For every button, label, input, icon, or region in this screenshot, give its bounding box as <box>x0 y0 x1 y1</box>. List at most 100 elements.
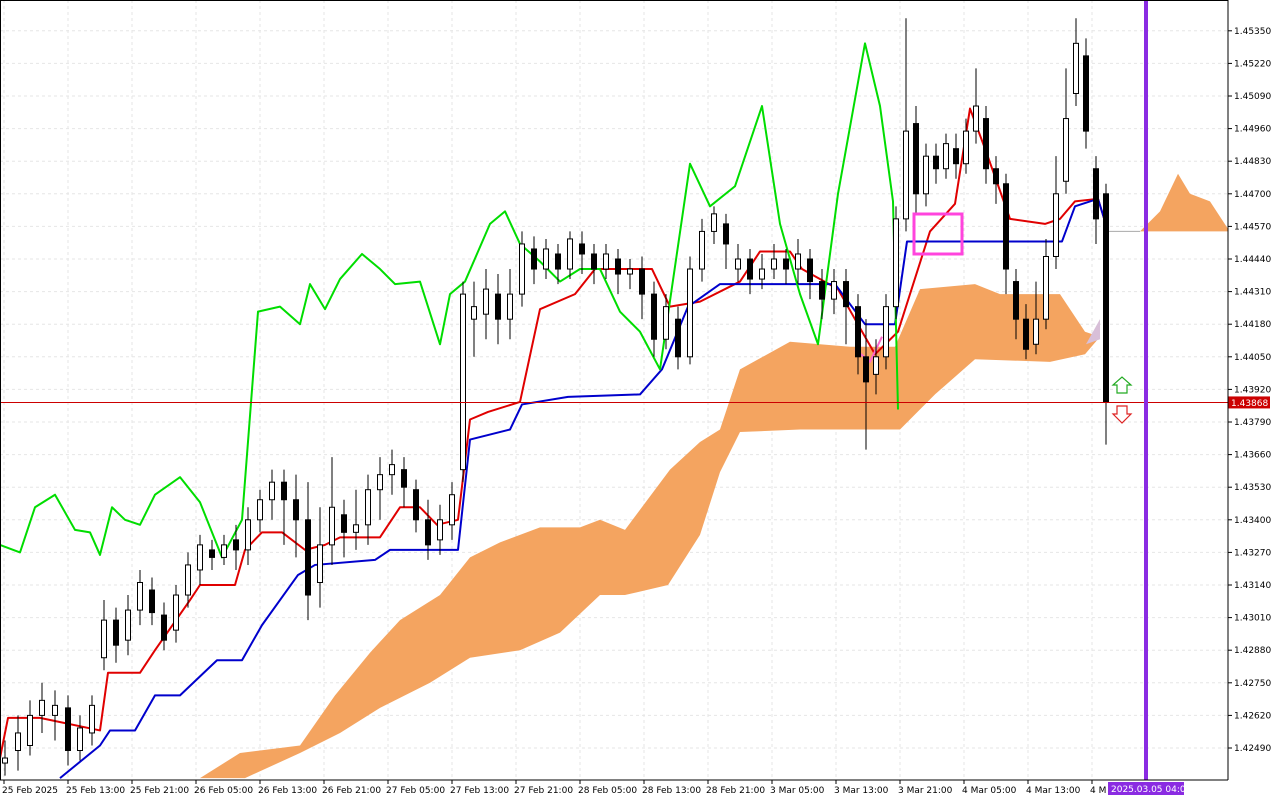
candle-bull <box>365 489 371 526</box>
candle-bear <box>233 539 239 551</box>
candle-bear <box>723 223 729 245</box>
candle-bull <box>1073 42 1079 94</box>
candle-bull <box>125 609 131 641</box>
candle-bull <box>483 288 489 315</box>
candle-bull <box>471 306 477 320</box>
y-tick-label: 1.42750 <box>1234 679 1271 689</box>
candle-bull <box>1033 318 1039 345</box>
candle-bull <box>437 519 443 541</box>
candle-bull <box>1063 118 1069 182</box>
candle-bull <box>795 253 801 270</box>
candle-bull <box>317 544 323 583</box>
candle-bear <box>651 293 657 340</box>
candle-bear <box>161 614 167 641</box>
candle-bear <box>747 258 753 280</box>
candle-bull <box>771 258 777 270</box>
candle-bear <box>1003 183 1009 270</box>
candle-bear <box>843 281 849 308</box>
candle-bear <box>341 514 347 533</box>
x-tick-label: 26 Feb 05:00 <box>194 786 253 796</box>
candle-bull <box>507 293 513 320</box>
y-tick-label: 1.44310 <box>1234 288 1271 298</box>
candle-bear <box>555 253 561 270</box>
y-tick-label: 1.44050 <box>1234 353 1271 363</box>
y-tick-label: 1.44570 <box>1234 222 1271 232</box>
candle-bull <box>923 155 929 195</box>
candle-bear <box>807 258 813 283</box>
y-tick-label: 1.43140 <box>1234 581 1271 591</box>
candle-bear <box>855 306 861 358</box>
candle-bear <box>953 148 959 165</box>
candle-bull <box>903 130 909 220</box>
candle-bull <box>39 699 45 716</box>
candle-bull <box>943 143 949 170</box>
candle-bull <box>519 243 525 295</box>
candle-bull <box>883 306 889 358</box>
price-badge-label: 1.43868 <box>1231 399 1268 409</box>
candle-bull <box>389 464 395 476</box>
x-tick-label: 27 Feb 13:00 <box>450 786 509 796</box>
y-tick-label: 1.43920 <box>1234 385 1271 395</box>
x-tick-label: 26 Feb 21:00 <box>322 786 381 796</box>
candle-bear <box>113 619 119 646</box>
y-tick-label: 1.44440 <box>1234 255 1271 265</box>
candle-bull <box>245 519 251 551</box>
candle-bear <box>783 258 789 270</box>
y-tick-label: 1.44180 <box>1234 320 1271 330</box>
x-tick-label: 27 Feb 05:00 <box>386 786 445 796</box>
candle-bull <box>759 268 765 280</box>
candle-bear <box>425 519 431 546</box>
candle-bull <box>137 581 143 611</box>
ichimoku-chart[interactable]: 1.43868 2025.03.05 04:00 1.45350 1.45220 1… <box>0 0 1280 800</box>
x-tick-label: 4 M <box>1090 786 1106 796</box>
candle-bull <box>543 248 549 270</box>
candle-bull <box>711 213 717 232</box>
candle-bull <box>101 619 107 659</box>
candle-bull <box>1043 255 1049 320</box>
candle-bull <box>27 714 33 746</box>
x-tick-label: 27 Feb 21:00 <box>514 786 573 796</box>
candle-bear <box>293 499 299 521</box>
y-tick-label: 1.42620 <box>1234 711 1271 721</box>
candle-bull <box>197 544 203 571</box>
candle-bull <box>460 293 466 471</box>
y-tick-label: 1.43530 <box>1234 483 1271 493</box>
x-tick-label: 28 Feb 21:00 <box>706 786 765 796</box>
candle-bull <box>831 281 837 300</box>
x-tick-label: 25 Feb 2025 <box>2 786 58 796</box>
candle-bull <box>663 306 669 340</box>
candle-bull <box>353 524 359 533</box>
x-tick-label: 3 Mar 05:00 <box>770 786 825 796</box>
x-tick-label: 28 Feb 13:00 <box>642 786 701 796</box>
y-tick-label: 1.43010 <box>1234 614 1271 624</box>
candle-bull <box>269 481 275 501</box>
candle-bear <box>913 123 919 195</box>
x-tick-label: 26 Feb 13:00 <box>258 786 317 796</box>
candle-bull <box>893 218 899 308</box>
candle-bull <box>603 253 609 270</box>
candle-bull <box>973 105 979 132</box>
candle-bull <box>963 130 969 165</box>
y-tick-label: 1.42880 <box>1234 646 1271 656</box>
candle-bear <box>531 248 537 270</box>
candle-bear <box>675 318 681 358</box>
candle-bull <box>329 506 335 546</box>
candle-bull <box>77 727 83 752</box>
candle-bull <box>2 757 8 764</box>
candle-bull <box>15 732 21 752</box>
candle-bull <box>873 356 879 375</box>
x-tick-label: 3 Mar 21:00 <box>898 786 953 796</box>
candle-bear <box>1093 168 1099 220</box>
candle-bear <box>993 168 999 185</box>
y-tick-label: 1.42490 <box>1234 744 1271 754</box>
candle-bull <box>1053 193 1059 257</box>
y-tick-label: 1.44830 <box>1234 157 1271 167</box>
y-tick-label: 1.45090 <box>1234 92 1271 102</box>
candle-bear <box>413 489 419 521</box>
y-tick-label: 1.43270 <box>1234 548 1271 558</box>
candle-bear <box>933 155 939 170</box>
time-marker-label: 2025.03.05 04:00 <box>1111 785 1192 795</box>
candle-bear <box>579 243 585 255</box>
candle-bull <box>687 268 693 358</box>
candle-bear <box>209 549 215 558</box>
